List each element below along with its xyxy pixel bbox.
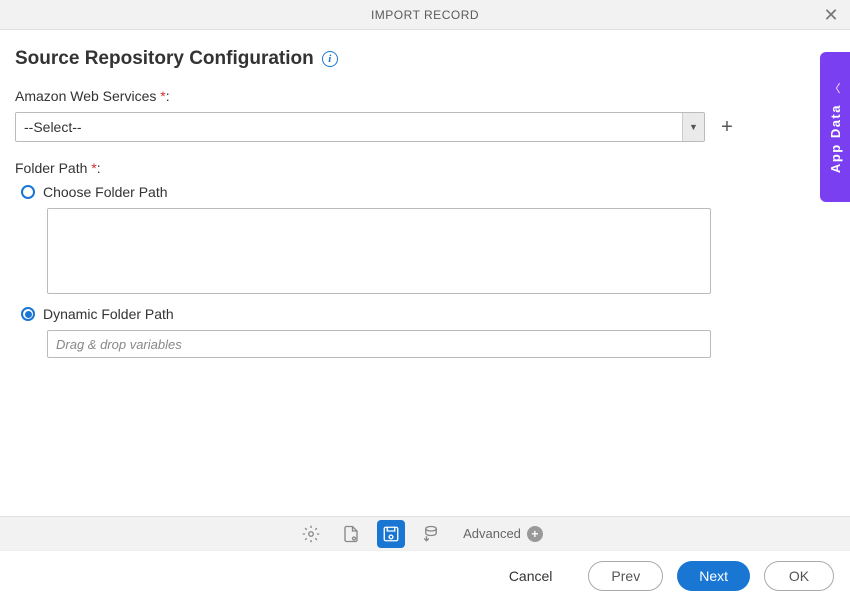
choose-folder-radio[interactable] — [21, 185, 35, 199]
choose-folder-box[interactable] — [47, 208, 711, 294]
app-data-label: App Data — [828, 104, 843, 173]
app-data-tab[interactable]: 〈 App Data — [820, 52, 850, 202]
chevron-left-icon: 〈 — [830, 80, 841, 96]
dynamic-folder-input[interactable] — [47, 330, 711, 358]
choose-folder-radio-row: Choose Folder Path — [21, 184, 835, 200]
advanced-toggle[interactable]: Advanced + — [463, 526, 543, 542]
folder-path-label: Folder Path *: — [15, 160, 835, 176]
database-import-icon — [422, 525, 440, 543]
footer: Cancel Prev Next OK — [0, 550, 850, 600]
choose-folder-label[interactable]: Choose Folder Path — [43, 184, 168, 200]
section-title: Source Repository Configuration — [15, 48, 314, 70]
save-gear-icon — [382, 525, 400, 543]
aws-select-wrapper: --Select-- ▼ — [15, 112, 705, 142]
close-button[interactable]: ✕ — [820, 4, 842, 26]
info-icon[interactable]: i — [322, 51, 338, 67]
folder-path-radio-group: Choose Folder Path Dynamic Folder Path — [21, 184, 835, 358]
aws-select-row: --Select-- ▼ + — [15, 112, 835, 142]
plus-icon: + — [721, 116, 733, 139]
dynamic-folder-radio-row: Dynamic Folder Path — [21, 306, 835, 322]
aws-select-value: --Select-- — [24, 119, 682, 135]
prev-button[interactable]: Prev — [588, 561, 663, 591]
required-asterisk: * — [160, 88, 165, 104]
settings-step-icon[interactable] — [297, 520, 325, 548]
section-title-row: Source Repository Configuration i — [15, 48, 835, 70]
close-icon: ✕ — [823, 5, 838, 26]
chevron-down-icon: ▼ — [682, 113, 704, 141]
dynamic-folder-radio[interactable] — [21, 307, 35, 321]
gear-icon — [302, 525, 320, 543]
plus-circle-icon: + — [527, 526, 543, 542]
modal-header: IMPORT RECORD ✕ — [0, 0, 850, 30]
cancel-button[interactable]: Cancel — [487, 561, 575, 591]
document-gear-icon — [342, 525, 360, 543]
document-step-icon[interactable] — [337, 520, 365, 548]
modal-content: Source Repository Configuration i Amazon… — [0, 30, 850, 358]
source-step-icon[interactable] — [377, 520, 405, 548]
add-aws-button[interactable]: + — [715, 115, 739, 139]
advanced-label: Advanced — [463, 526, 521, 541]
required-asterisk: * — [91, 160, 96, 176]
dynamic-folder-label[interactable]: Dynamic Folder Path — [43, 306, 174, 322]
aws-select[interactable]: --Select-- ▼ — [15, 112, 705, 142]
ok-button[interactable]: OK — [764, 561, 834, 591]
aws-label: Amazon Web Services *: — [15, 88, 835, 104]
bottom-toolbar: Advanced + — [0, 516, 850, 550]
next-button[interactable]: Next — [677, 561, 750, 591]
dynamic-input-wrapper — [47, 330, 711, 358]
modal-title: IMPORT RECORD — [371, 8, 479, 22]
import-step-icon[interactable] — [417, 520, 445, 548]
